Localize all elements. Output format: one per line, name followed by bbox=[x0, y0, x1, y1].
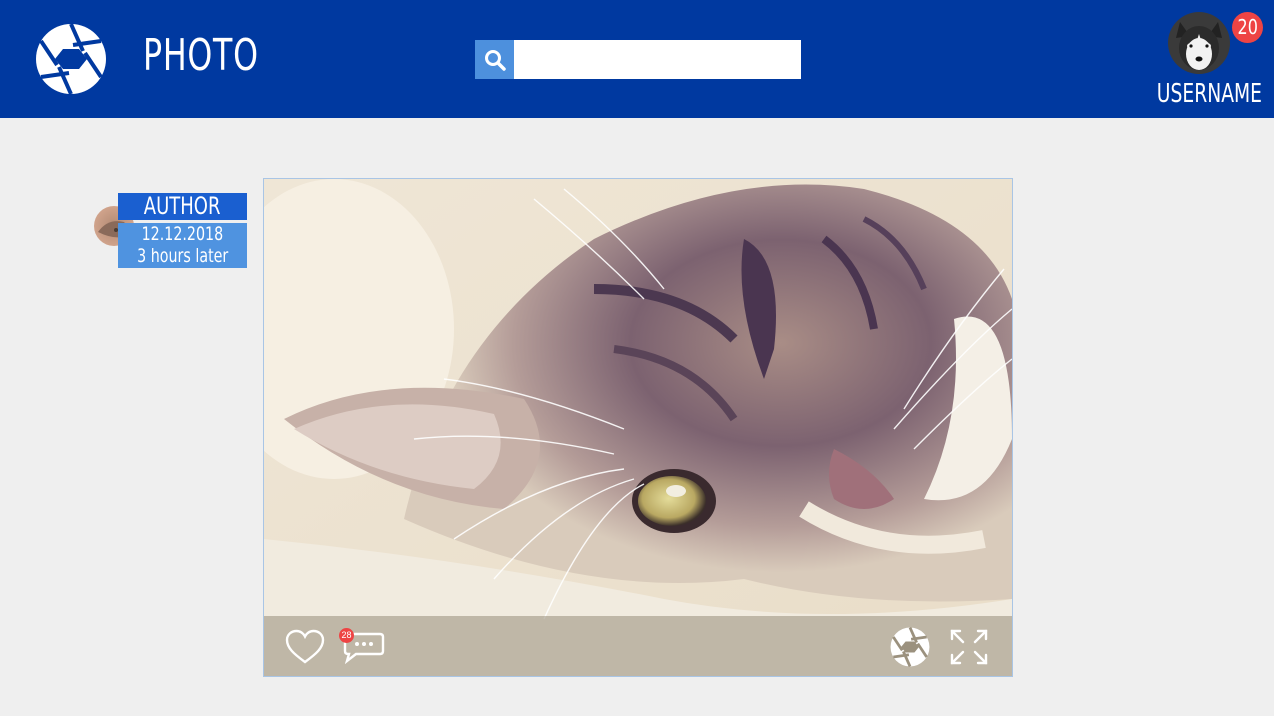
app-title: PHOTO bbox=[143, 30, 259, 81]
user-avatar[interactable] bbox=[1168, 12, 1230, 74]
top-header: PHOTO 20 USERNAME bbox=[0, 0, 1274, 118]
post-date: 12.12.2018 bbox=[141, 223, 224, 245]
post-relative-time: 3 hours later bbox=[136, 245, 229, 267]
search-bar bbox=[475, 40, 801, 79]
share-button[interactable] bbox=[890, 626, 930, 668]
husky-avatar-image bbox=[1168, 12, 1230, 74]
photo-toolbar: 28 bbox=[264, 616, 1012, 676]
like-button[interactable] bbox=[284, 628, 326, 666]
cat-photo[interactable] bbox=[264, 179, 1012, 676]
aperture-icon bbox=[890, 626, 930, 668]
fullscreen-button[interactable] bbox=[948, 627, 990, 667]
username-label[interactable]: USERNAME bbox=[1157, 79, 1262, 109]
search-button[interactable] bbox=[475, 40, 514, 79]
aperture-logo-icon[interactable] bbox=[35, 23, 107, 95]
comment-count-badge: 28 bbox=[339, 628, 354, 643]
search-input[interactable] bbox=[514, 40, 801, 79]
photo-card: 28 bbox=[263, 178, 1013, 677]
expand-icon bbox=[950, 629, 988, 665]
search-icon bbox=[484, 49, 506, 71]
heart-icon bbox=[285, 629, 325, 664]
post-date-box: 12.12.2018 3 hours later bbox=[118, 223, 247, 268]
notification-badge[interactable]: 20 bbox=[1232, 12, 1263, 43]
author-name[interactable]: AUTHOR bbox=[118, 193, 247, 220]
